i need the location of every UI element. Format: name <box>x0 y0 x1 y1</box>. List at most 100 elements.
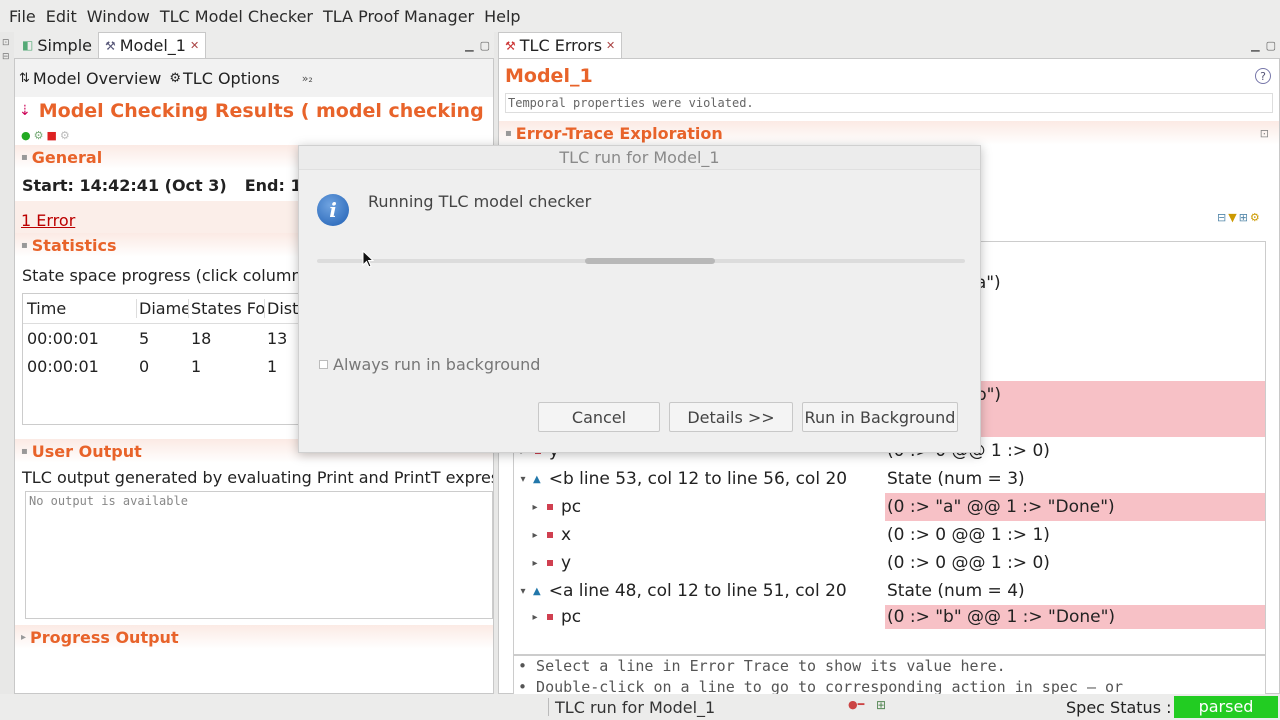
tab-tlc-errors[interactable]: ⚒ TLC Errors ✕ <box>498 32 623 58</box>
more-tabs-chevron[interactable]: »₂ <box>302 72 313 85</box>
rerun-icon[interactable]: ⚙ <box>34 129 44 142</box>
tab-model-1[interactable]: ⚒ Model_1 ✕ <box>97 32 207 58</box>
stop-icon[interactable]: ■ <box>46 129 56 142</box>
spec-status-label: Spec Status : <box>1066 698 1172 717</box>
col-states-found[interactable]: States Fo <box>189 299 265 318</box>
cell-states: 1 <box>191 356 202 376</box>
trace-variable-name: y <box>561 553 572 573</box>
variable-icon <box>547 504 553 510</box>
dialog-title: TLC run for Model_1 <box>299 146 980 170</box>
general-title: General <box>31 147 103 167</box>
view-menu-icon[interactable]: ⊡ <box>2 38 10 48</box>
restore-icon[interactable]: ⊟ <box>2 52 10 62</box>
cell-diameter: 5 <box>139 328 150 348</box>
cell-diameter: 0 <box>139 356 150 376</box>
filter-icon[interactable]: ▼ <box>1228 211 1236 224</box>
col-time[interactable]: Time <box>23 299 137 318</box>
trace-row[interactable]: ▸ pc (0 :> "b" @@ 1 :> "Done") <box>515 605 1265 629</box>
run-in-background-button[interactable]: Run in Background <box>802 402 958 432</box>
error-link[interactable]: 1 Error <box>21 211 75 233</box>
tab-tlc-options[interactable]: TLC Options <box>183 69 280 88</box>
trace-name-cell: ▸ pc <box>515 607 885 627</box>
overview-icon: ⇅ <box>19 70 30 86</box>
help-icon[interactable]: ? <box>1255 68 1271 84</box>
state-icon: ▲ <box>533 473 541 485</box>
menu-file[interactable]: File <box>4 7 41 26</box>
menu-tlc-model-checker[interactable]: TLC Model Checker <box>155 7 318 26</box>
trace-row[interactable]: ▸y(0 :> 0 @@ 1 :> 0) <box>515 549 1265 577</box>
spec-status-badge: parsed <box>1174 696 1278 718</box>
trace-name-cell: ▾ ▲ <a line 48, col 12 to line 51, col 20 <box>515 581 885 601</box>
background-checkbox[interactable] <box>319 360 328 369</box>
trace-row[interactable]: ▾ ▲ <a line 48, col 12 to line 51, col 20 S… <box>515 577 1265 605</box>
run-icon[interactable]: ● <box>21 129 31 142</box>
trace-row[interactable]: ▸ x (0 :> 0 @@ 1 :> 1) <box>515 521 1265 549</box>
trace-row[interactable]: ▸ pc (0 :> "a" @@ 1 :> "Done") <box>515 493 1265 521</box>
menu-help[interactable]: Help <box>479 7 525 26</box>
job-progress-icon[interactable]: ●━ <box>848 698 864 711</box>
trace-variable-name: x <box>561 525 572 545</box>
error-trace-section-header[interactable]: ▪ Error-Trace Exploration ⊡ <box>499 121 1279 145</box>
minimize-icon[interactable]: ▁ <box>1251 39 1259 52</box>
collapse-icon[interactable]: ▾ <box>515 474 531 485</box>
trace-variable-name: pc <box>561 497 582 517</box>
table-row[interactable]: 00:00:01 0 1 1 <box>23 352 321 380</box>
expand-icon: ▸ <box>21 631 27 643</box>
run-toolbar: ● ⚙ ■ ⚙ <box>15 125 493 145</box>
close-icon[interactable]: ✕ <box>606 39 615 52</box>
col-diameter[interactable]: Diame <box>137 299 189 318</box>
model-subtabs: ⇅ Model Overview ⚙ TLC Options »₂ <box>15 59 493 97</box>
expand-icon[interactable]: ▸ <box>527 612 543 623</box>
trace-value-cell: State (num = 4) <box>887 581 1025 601</box>
tab-simple-label: Simple <box>37 35 92 55</box>
trace-row[interactable]: ▾ ▲ <b line 53, col 12 to line 56, col 20 S… <box>515 465 1265 493</box>
details-button[interactable]: Details >> <box>669 402 793 432</box>
progress-output-title: Progress Output <box>30 627 179 647</box>
menu-bar: File Edit Window TLC Model Checker TLA P… <box>0 0 1280 32</box>
maximize-icon[interactable]: ▢ <box>480 39 490 52</box>
menu-window[interactable]: Window <box>82 7 155 26</box>
trace-name-cell: ▸ pc <box>515 497 885 517</box>
extra-icon[interactable]: ⚙ <box>60 129 70 142</box>
collapse-all-icon[interactable]: ⊟ <box>1217 211 1226 224</box>
error-trace-title: Error-Trace Exploration <box>515 123 723 143</box>
user-output-area[interactable]: No output is available <box>25 491 493 619</box>
results-header: ⇣ Model Checking Results ( model checkin… <box>15 97 493 125</box>
table-row[interactable]: 00:00:01 5 18 13 <box>23 324 321 352</box>
expand-icon[interactable]: ▸ <box>527 530 543 541</box>
variable-icon <box>547 614 553 620</box>
model-icon: ⚒ <box>104 38 116 53</box>
expand-icon[interactable]: ▸ <box>527 558 543 569</box>
background-checkbox-row[interactable]: Always run in background <box>319 355 540 374</box>
trace-settings-icon[interactable]: ⊡ <box>1260 127 1269 140</box>
status-bar: TLC run for Model_1 ●━ ⊞ Spec Status : p… <box>0 694 1280 720</box>
maximize-icon[interactable]: ▢ <box>1266 39 1276 52</box>
hint-line: • Select a line in Error Trace to show i… <box>518 657 1006 675</box>
statistics-title: Statistics <box>31 235 117 255</box>
menu-tla-proof-manager[interactable]: TLA Proof Manager <box>318 7 479 26</box>
page-title: Model Checking Results ( model checking <box>38 100 484 122</box>
progress-output-section-header[interactable]: ▸ Progress Output <box>15 625 493 649</box>
tla-file-icon: ◧ <box>22 38 34 52</box>
menu-edit[interactable]: Edit <box>41 7 82 26</box>
expand-icon[interactable]: ▸ <box>527 502 543 513</box>
cancel-button[interactable]: Cancel <box>538 402 660 432</box>
minimize-icon[interactable]: ▁ <box>465 39 473 52</box>
job-list-icon[interactable]: ⊞ <box>876 698 886 712</box>
violation-message: Temporal properties were violated. <box>505 93 1273 113</box>
background-checkbox-label: Always run in background <box>333 355 541 374</box>
cell-time: 00:00:01 <box>27 328 99 348</box>
collapse-icon[interactable]: ▾ <box>515 586 531 597</box>
link-icon[interactable]: ⊞ <box>1239 211 1248 224</box>
tab-model-overview[interactable]: Model Overview <box>33 69 161 88</box>
trace-value-hints: • Select a line in Error Trace to show i… <box>513 655 1266 695</box>
close-icon[interactable]: ✕ <box>190 39 199 52</box>
trace-state-name: <a line 48, col 12 to line 51, col 20 <box>548 581 847 601</box>
tab-simple[interactable]: ◧ Simple <box>16 32 98 58</box>
trace-toolbar: ⊟ ▼ ⊞ ⚙ <box>1217 211 1260 224</box>
start-time: Start: 14:42:41 (Oct 3) <box>22 175 227 195</box>
background-job-label[interactable]: TLC run for Model_1 <box>555 698 715 717</box>
errors-icon: ⚒ <box>505 38 516 53</box>
tab-errors-label: TLC Errors <box>519 36 603 55</box>
refresh-icon[interactable]: ⚙ <box>1250 211 1260 224</box>
